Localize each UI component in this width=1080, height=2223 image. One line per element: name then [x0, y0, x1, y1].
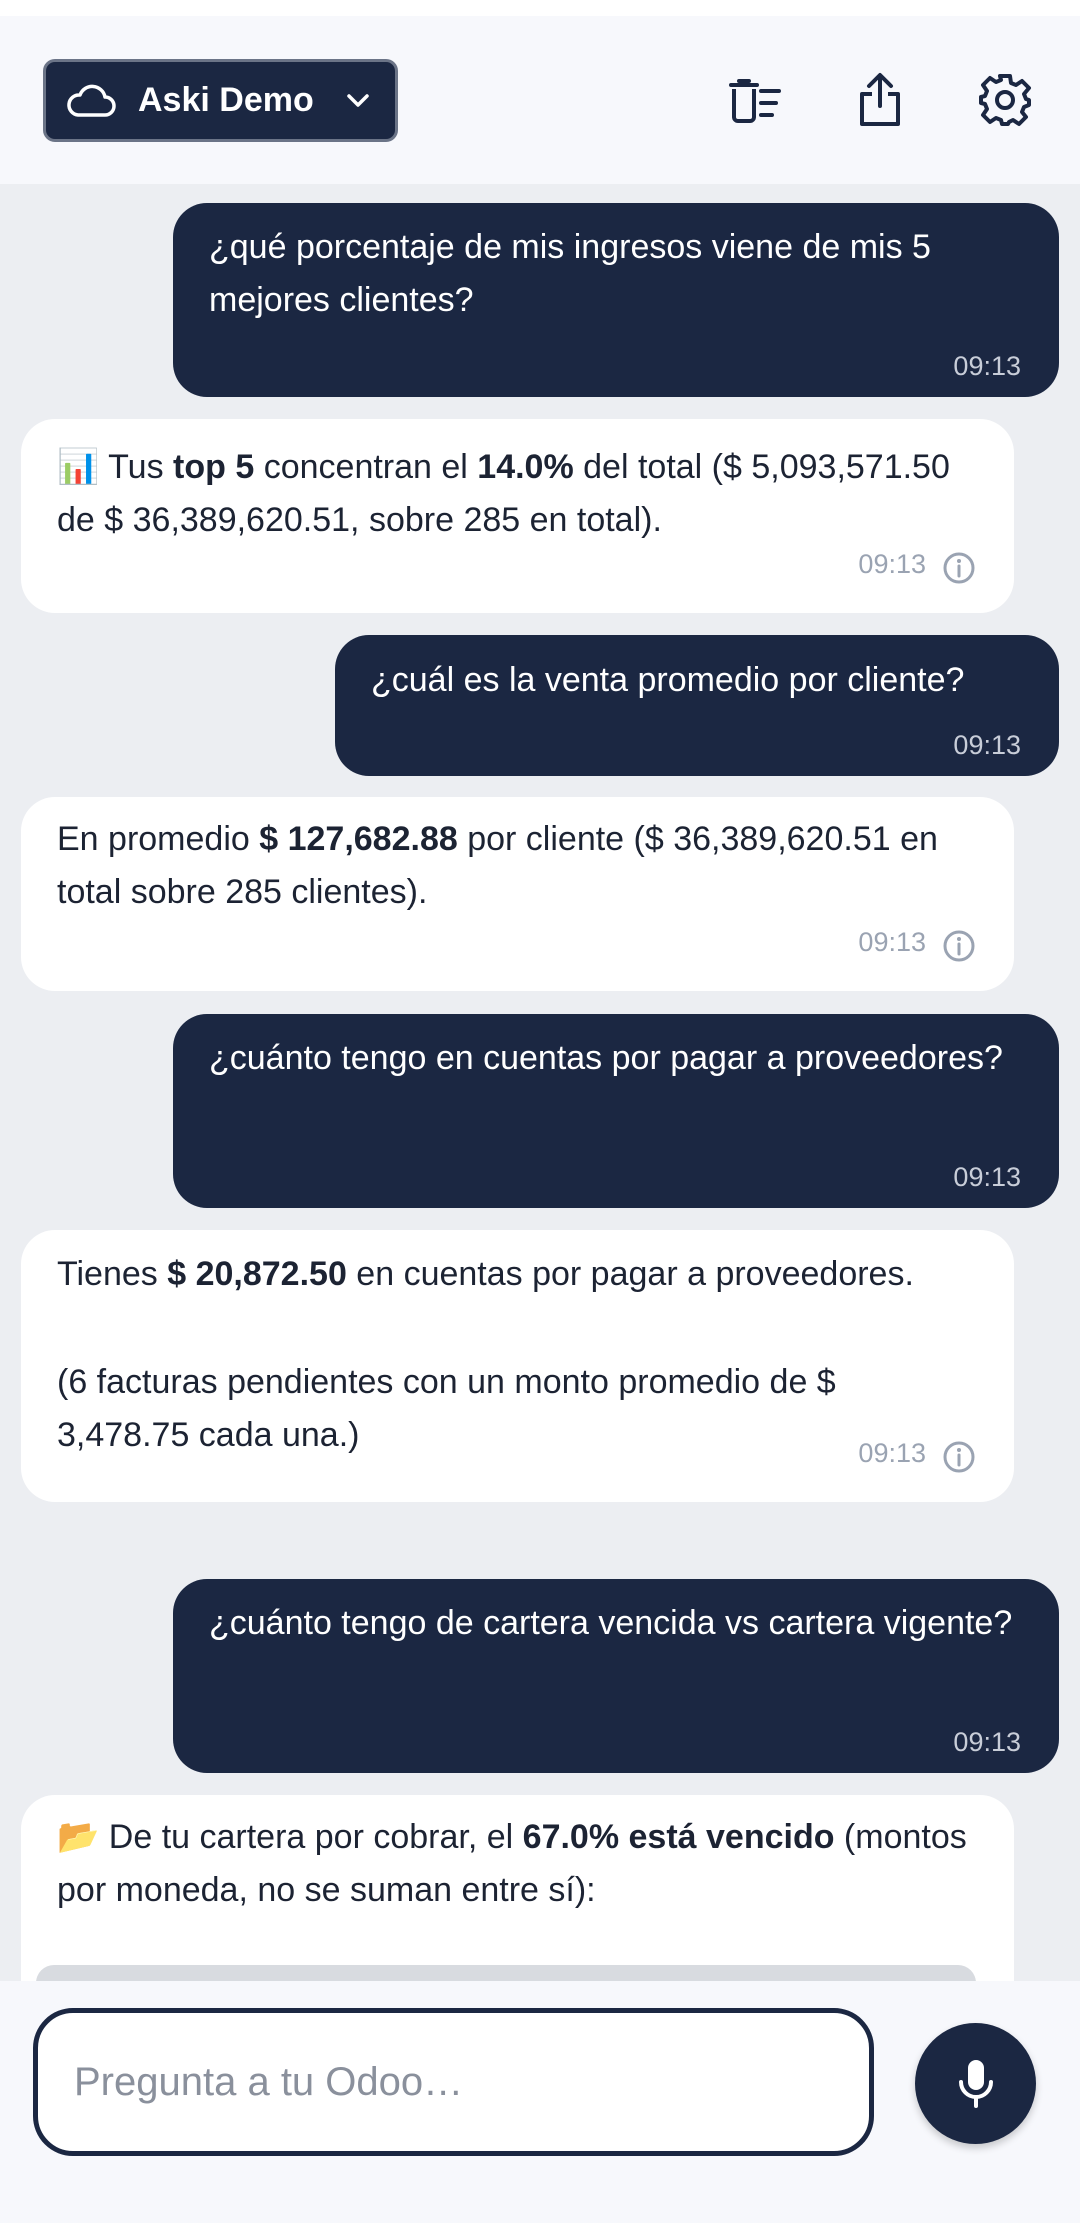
text-segment: en cuentas por pagar a proveedores.	[346, 1255, 914, 1293]
text-segment: Tienes	[57, 1255, 168, 1293]
table-header-peek	[36, 1965, 976, 1981]
assistant-message: 📊 Tus top 5 concentran el 14.0% del tota…	[21, 419, 1014, 613]
info-icon[interactable]	[942, 551, 976, 585]
cloud-icon	[67, 84, 116, 117]
chat-messages[interactable]: ¿qué porcentaje de mis ingresos viene de…	[0, 184, 1080, 1981]
info-icon[interactable]	[942, 1440, 976, 1474]
text-segment: Tus	[99, 448, 174, 486]
status-strip	[0, 0, 1080, 16]
message-text: ¿cuál es la venta promedio por cliente?	[371, 661, 965, 699]
gear-icon	[979, 74, 1031, 126]
account-selector-button[interactable]: Aski Demo	[43, 59, 398, 142]
assistant-message: En promedio $ 127,682.88 por cliente ($ …	[21, 797, 1014, 991]
text-bold: 67.0% está vencido	[522, 1818, 835, 1856]
assistant-message: Tienes $ 20,872.50 en cuentas por pagar …	[21, 1230, 1014, 1502]
user-message: ¿cuánto tengo de cartera vencida vs cart…	[173, 1579, 1059, 1773]
chart-emoji-icon: 📊	[57, 448, 100, 486]
text-bold: $ 20,872.50	[167, 1255, 347, 1293]
microphone-button[interactable]	[915, 2023, 1036, 2144]
message-time: 09:13	[953, 1162, 1021, 1192]
assistant-message: 📂 De tu cartera por cobrar, el 67.0% est…	[21, 1795, 1014, 1981]
message-text: ¿cuánto tengo de cartera vencida vs cart…	[209, 1604, 1013, 1642]
settings-button[interactable]	[975, 70, 1035, 130]
user-message: ¿cuánto tengo en cuentas por pagar a pro…	[173, 1014, 1059, 1208]
message-time: 09:13	[953, 1727, 1021, 1757]
message-input[interactable]	[74, 2059, 834, 2105]
message-input-box[interactable]	[33, 2008, 874, 2156]
info-icon[interactable]	[942, 929, 976, 963]
message-text: 📂 De tu cartera por cobrar, el 67.0% est…	[57, 1811, 987, 1917]
text-bold: 14.0%	[477, 448, 574, 486]
microphone-icon	[958, 2059, 993, 2108]
share-button[interactable]	[850, 70, 910, 130]
message-time: 09:13	[858, 927, 926, 957]
account-label: Aski Demo	[138, 81, 314, 119]
message-text: En promedio $ 127,682.88 por cliente ($ …	[57, 813, 987, 919]
text-bold: top 5	[173, 448, 255, 486]
clear-chat-icon	[729, 79, 781, 123]
chevron-down-icon	[346, 93, 369, 107]
message-text: ¿cuánto tengo en cuentas por pagar a pro…	[209, 1039, 1003, 1077]
text-bold: $ 127,682.88	[259, 820, 458, 858]
clear-chat-button[interactable]	[725, 70, 785, 130]
message-time: 09:13	[953, 351, 1021, 381]
message-time: 09:13	[858, 1438, 926, 1468]
share-icon	[860, 73, 900, 126]
message-time: 09:13	[953, 730, 1021, 760]
message-text-secondary: (6 facturas pendientes con un monto prom…	[57, 1363, 836, 1454]
user-message: ¿cuál es la venta promedio por cliente? …	[335, 635, 1059, 776]
app-header: Aski Demo	[0, 0, 1080, 184]
text-segment: De tu cartera por cobrar, el	[99, 1818, 523, 1856]
user-message: ¿qué porcentaje de mis ingresos viene de…	[173, 203, 1059, 397]
message-time: 09:13	[858, 549, 926, 579]
message-text: Tienes $ 20,872.50 en cuentas por pagar …	[57, 1248, 957, 1301]
folder-emoji-icon: 📂	[57, 1818, 100, 1856]
composer-bar	[0, 1981, 1080, 2223]
message-text: 📊 Tus top 5 concentran el 14.0% del tota…	[57, 441, 987, 547]
text-segment: En promedio	[57, 820, 260, 858]
message-text: ¿qué porcentaje de mis ingresos viene de…	[209, 228, 931, 319]
text-segment: concentran el	[254, 448, 478, 486]
